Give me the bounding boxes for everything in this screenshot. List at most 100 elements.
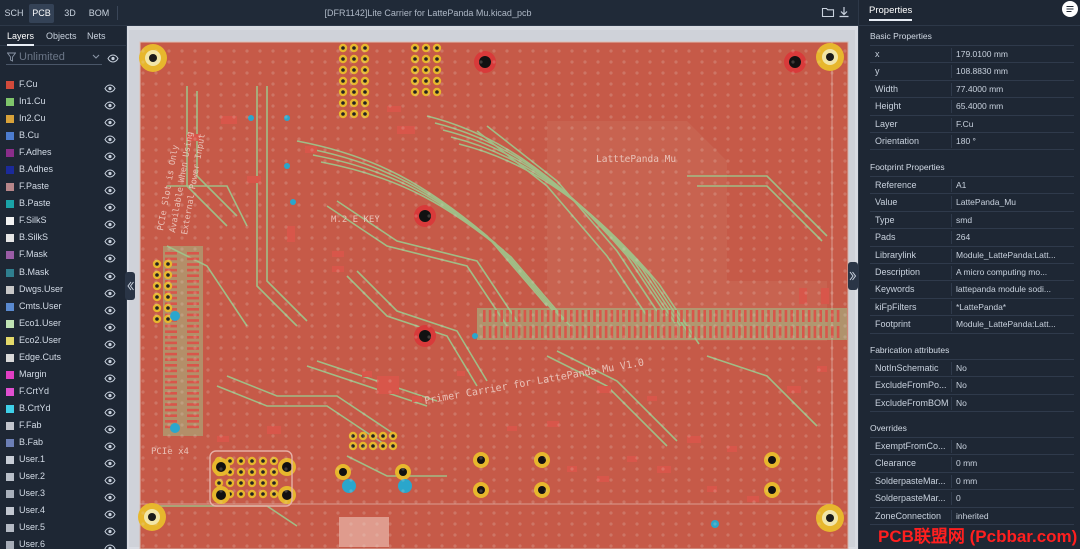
layer-color-swatch[interactable] [6,421,14,430]
layer-color-swatch[interactable] [6,490,14,499]
property-row[interactable]: y 108.8830 mm [870,63,1074,81]
property-row[interactable]: SolderpasteMar... 0 [870,490,1074,508]
layer-color-swatch[interactable] [6,251,14,260]
layer-color-swatch[interactable] [6,166,14,175]
layer-row[interactable]: F.Cu [0,76,127,93]
property-value[interactable]: Module_LattePanda:Latt... [956,316,1070,333]
property-value[interactable]: 0 mm [956,455,1070,472]
property-value[interactable]: No [956,377,1070,394]
property-row[interactable]: ExcludeFromBOM No [870,395,1074,413]
layer-row[interactable]: F.Paste [0,178,127,195]
layer-color-swatch[interactable] [6,541,14,549]
layer-color-swatch[interactable] [6,200,14,209]
layer-color-swatch[interactable] [6,183,14,192]
layer-row[interactable]: B.Mask [0,264,127,281]
layer-row[interactable]: F.CrtYd [0,383,127,400]
property-row[interactable]: Pads 264 [870,229,1074,247]
layer-row[interactable]: User.1 [0,451,127,468]
layer-color-swatch[interactable] [6,81,14,89]
property-row[interactable]: ExemptFromCo... No [870,438,1074,456]
eye-icon[interactable] [107,54,119,63]
tab-nets[interactable]: Nets [87,26,106,46]
layer-row[interactable]: User.5 [0,519,127,536]
property-row[interactable]: Librarylink Module_LattePanda:Latt... [870,247,1074,264]
layer-color-swatch[interactable] [6,285,14,294]
property-row[interactable]: Height 65.4000 mm [870,98,1074,116]
property-value[interactable]: *LattePanda* [956,299,1070,316]
chat-icon[interactable] [1059,0,1080,20]
property-value[interactable]: F.Cu [956,116,1070,133]
layer-row[interactable]: Edge.Cuts [0,349,127,366]
property-value[interactable]: lattepanda module sodi... [956,281,1070,298]
layer-row[interactable]: User.4 [0,502,127,519]
layer-row[interactable]: B.Cu [0,127,127,144]
layer-row[interactable]: F.Adhes [0,144,127,161]
property-row[interactable]: kiFpFilters *LattePanda* [870,299,1074,317]
tab-pcb[interactable]: PCB [29,4,54,23]
layer-color-swatch[interactable] [6,524,14,533]
layer-color-swatch[interactable] [6,302,14,311]
layer-row[interactable]: B.SilkS [0,229,127,246]
property-value[interactable]: A1 [956,177,1070,194]
layer-row[interactable]: Cmts.User [0,298,127,315]
layer-row[interactable]: Eco1.User [0,315,127,332]
property-value[interactable]: No [956,395,1070,412]
tab-3d[interactable]: 3D [58,4,82,23]
layer-row[interactable]: Eco2.User [0,332,127,349]
download-icon[interactable] [837,5,851,19]
layer-row[interactable]: User.3 [0,485,127,502]
layer-row[interactable]: User.6 [0,536,127,549]
property-row[interactable]: Type smd [870,212,1074,230]
layer-row[interactable]: B.Paste [0,195,127,212]
layer-row[interactable]: Dwgs.User [0,281,127,298]
property-value[interactable]: No [956,438,1070,455]
property-value[interactable]: LattePanda_Mu [956,194,1070,211]
property-row[interactable]: Keywords lattepanda module sodi... [870,281,1074,299]
property-row[interactable]: Value LattePanda_Mu [870,194,1074,212]
layer-color-swatch[interactable] [6,149,14,158]
property-value[interactable]: A micro computing mo... [956,264,1070,281]
property-row[interactable]: Clearance 0 mm [870,455,1074,473]
property-row[interactable]: ExcludeFromPo... No [870,377,1074,395]
tab-sch[interactable]: SCH [2,4,26,23]
layer-color-swatch[interactable] [6,132,14,141]
layer-row[interactable]: User.2 [0,468,127,485]
layer-color-swatch[interactable] [6,507,14,516]
property-value[interactable]: 0 mm [956,473,1070,490]
layer-color-swatch[interactable] [6,319,14,328]
property-value[interactable]: 0 [956,490,1070,507]
layer-row[interactable]: B.Adhes [0,161,127,178]
property-row[interactable]: NotInSchematic No [870,360,1074,378]
property-value[interactable]: 77.4000 mm [956,81,1070,98]
layer-color-swatch[interactable] [6,473,14,482]
layer-row[interactable]: B.CrtYd [0,400,127,417]
property-value[interactable]: Module_LattePanda:Latt... [956,247,1070,264]
layer-color-swatch[interactable] [6,268,14,277]
property-row[interactable]: Reference A1 [870,177,1074,195]
layer-row[interactable]: B.Fab [0,434,127,451]
property-value[interactable]: 108.8830 mm [956,63,1070,80]
layer-filter-select[interactable]: Unlimited [6,50,102,65]
layer-color-swatch[interactable] [6,370,14,379]
property-value[interactable]: 179.0100 mm [956,46,1070,63]
property-row[interactable]: SolderpasteMar... 0 mm [870,473,1074,491]
layer-color-swatch[interactable] [6,336,14,345]
layer-row[interactable]: F.Mask [0,246,127,263]
layer-row[interactable]: F.Fab [0,417,127,434]
pcb-canvas[interactable]: LatttePanda Mu M.2 E KEY Primer Carrier … [127,26,858,549]
layer-row[interactable]: In2.Cu [0,110,127,127]
layer-color-swatch[interactable] [6,404,14,413]
layer-color-swatch[interactable] [6,387,14,396]
property-row[interactable]: Orientation 180 ° [870,133,1074,151]
layer-color-swatch[interactable] [6,115,14,124]
layer-color-swatch[interactable] [6,456,14,465]
layer-color-swatch[interactable] [6,234,14,243]
folder-icon[interactable] [821,5,835,19]
property-row[interactable]: x 179.0100 mm [870,46,1074,64]
property-value[interactable]: 264 [956,229,1070,246]
property-row[interactable]: Width 77.4000 mm [870,81,1074,99]
properties-tab[interactable]: Properties [869,5,913,21]
tab-objects[interactable]: Objects [46,26,77,46]
tab-layers[interactable]: Layers [7,26,35,46]
eye-icon[interactable] [104,540,116,549]
